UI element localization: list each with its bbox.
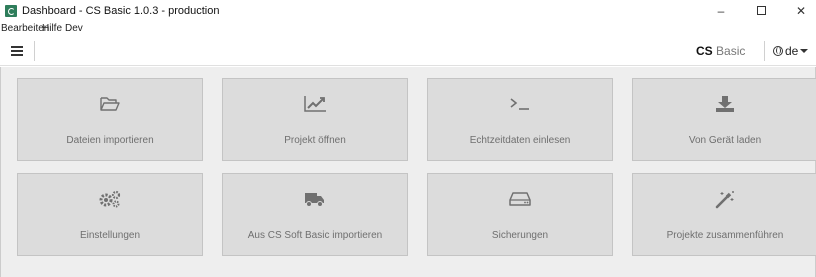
menu-bar: Bearbeiten Hilfe Dev [0, 22, 816, 34]
toolbar-divider-right [764, 41, 765, 61]
tile-projekt-oeffnen[interactable]: Projekt öffnen [222, 78, 408, 161]
globe-icon [773, 46, 783, 56]
hamburger-menu-icon[interactable] [11, 46, 23, 56]
tile-von-geraet-laden[interactable]: Von Gerät laden [632, 78, 816, 161]
maximize-button[interactable] [746, 2, 776, 20]
dashboard-main: Dateien importieren Projekt öffnen Echtz… [0, 67, 816, 277]
app-toolbar: CS Basic de [0, 34, 816, 66]
caret-down-icon [800, 49, 809, 53]
menu-hilfe[interactable]: Hilfe [42, 23, 62, 34]
tile-label: Sicherungen [491, 230, 549, 241]
download-icon [633, 91, 816, 117]
magic-wand-icon [633, 186, 816, 212]
app-logo-icon [5, 5, 17, 17]
close-button[interactable]: ✕ [786, 2, 816, 20]
tile-dateien-importieren[interactable]: Dateien importieren [17, 78, 203, 161]
tile-label: Aus CS Soft Basic importieren [247, 230, 383, 241]
tile-label: Von Gerät laden [688, 135, 762, 146]
brand-strong: CS [696, 44, 713, 58]
tile-einstellungen[interactable]: Einstellungen [17, 173, 203, 256]
language-label: de [785, 44, 799, 58]
truck-icon [223, 186, 407, 212]
toolbar-divider [34, 41, 35, 61]
tile-echtzeitdaten-einlesen[interactable]: Echtzeitdaten einlesen [427, 78, 613, 161]
maximize-icon [756, 6, 766, 16]
tile-label: Projekte zusammenführen [666, 230, 784, 241]
tile-label: Echtzeitdaten einlesen [469, 135, 571, 146]
folder-open-icon [18, 91, 202, 117]
tile-aus-cs-soft-basic-importieren[interactable]: Aus CS Soft Basic importieren [222, 173, 408, 256]
brand-light: Basic [716, 44, 746, 58]
terminal-icon [428, 91, 612, 117]
language-selector[interactable]: de [773, 44, 809, 58]
hard-drive-icon [428, 186, 612, 212]
window-titlebar: Dashboard - CS Basic 1.0.3 - production … [0, 0, 816, 22]
gears-icon [18, 186, 202, 212]
menu-dev[interactable]: Dev [65, 23, 83, 34]
tile-label: Projekt öffnen [284, 135, 346, 146]
brand-logo: CS Basic [696, 44, 745, 58]
tile-projekte-zusammenfuehren[interactable]: Projekte zusammenführen [632, 173, 816, 256]
tile-label: Dateien importieren [66, 135, 154, 146]
tile-label: Einstellungen [79, 230, 141, 241]
window-title: Dashboard - CS Basic 1.0.3 - production [22, 5, 220, 17]
minimize-button[interactable]: – [706, 2, 736, 20]
line-chart-icon [223, 91, 407, 117]
tile-sicherungen[interactable]: Sicherungen [427, 173, 613, 256]
